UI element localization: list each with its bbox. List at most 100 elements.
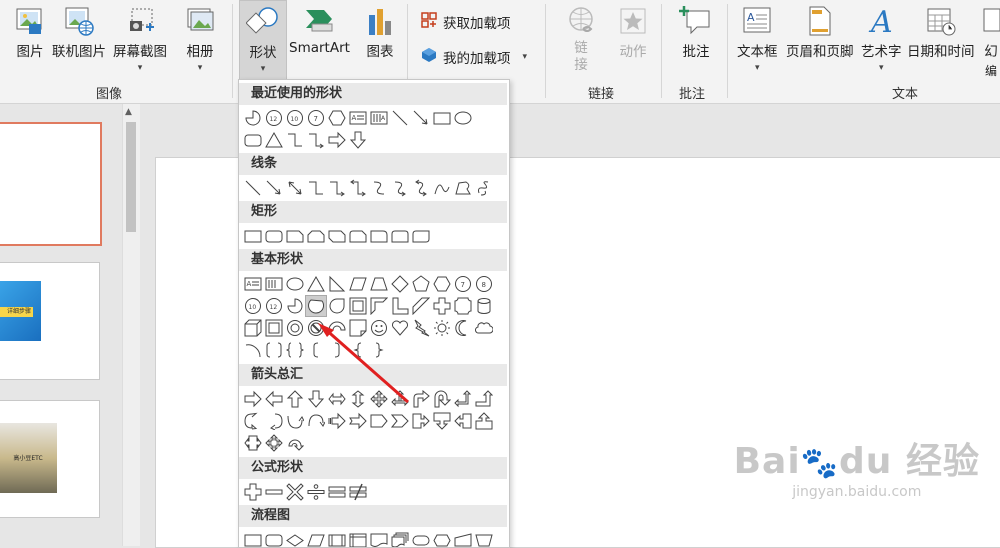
vertical-textbox-shape[interactable] <box>264 274 284 294</box>
hexagon-shape[interactable] <box>327 108 347 128</box>
dodecagon-12-shape[interactable]: 12 <box>264 108 284 128</box>
plaque-shape[interactable] <box>453 296 473 316</box>
my-addins-dropdown-icon[interactable]: ▾ <box>523 52 528 62</box>
up-down-arrow-shape[interactable] <box>348 389 368 409</box>
dodecagon-12-shape[interactable]: 12 <box>264 296 284 316</box>
sun-shape[interactable] <box>432 318 452 338</box>
snip-same-side-rectangle-shape[interactable] <box>306 226 326 246</box>
album-dropdown-icon[interactable]: ▾ <box>198 62 203 74</box>
slide-thumbnail-3[interactable]: 高小豆ETC <box>0 400 100 518</box>
down-arrow-shape[interactable] <box>306 389 326 409</box>
left-right-arrow-callout-shape[interactable] <box>243 433 263 453</box>
quad-arrow-shape[interactable] <box>369 389 389 409</box>
frame-shape[interactable] <box>348 296 368 316</box>
diagonal-stripe-shape[interactable] <box>411 296 431 316</box>
trapezoid-shape[interactable] <box>369 274 389 294</box>
smartart-button[interactable]: SmartArt <box>289 0 350 56</box>
round-diagonal-rectangle-shape[interactable] <box>411 226 431 246</box>
heptagon-7-shape[interactable]: 7 <box>306 108 326 128</box>
shapes-button[interactable]: 形状 ▾ <box>239 0 287 81</box>
triangle-shape[interactable] <box>306 274 326 294</box>
can-shape[interactable] <box>474 296 494 316</box>
diamond-shape[interactable] <box>390 274 410 294</box>
curved-up-arrow-shape[interactable] <box>285 411 305 431</box>
process-shape[interactable] <box>243 530 263 547</box>
plus-shape[interactable] <box>243 482 263 502</box>
right-arrow-shape[interactable] <box>243 389 263 409</box>
up-arrow-shape[interactable] <box>285 389 305 409</box>
freeform-shape[interactable] <box>453 178 473 198</box>
snip-diagonal-rectangle-shape[interactable] <box>327 226 347 246</box>
chord-shape-selected[interactable] <box>305 295 327 317</box>
line-shape[interactable] <box>390 108 410 128</box>
internal-storage-shape[interactable] <box>348 530 368 547</box>
link-button[interactable]: 链 接 <box>561 0 601 74</box>
pie-shape[interactable] <box>285 296 305 316</box>
online-picture-button[interactable]: 联机图片 <box>52 0 106 60</box>
double-bracket-shape[interactable] <box>264 340 284 360</box>
round-single-corner-rectangle-shape[interactable] <box>369 226 389 246</box>
bent-arrow-shape[interactable] <box>411 389 431 409</box>
left-brace-shape[interactable] <box>348 340 368 360</box>
scrollbar-thumb[interactable] <box>126 122 136 232</box>
preparation-shape[interactable] <box>432 530 452 547</box>
elbow-arrow-connector-shape[interactable] <box>327 178 347 198</box>
heptagon-7-shape[interactable]: 7 <box>453 274 473 294</box>
elbow-connector-shape[interactable] <box>285 130 305 150</box>
elbow-arrow-connector-shape[interactable] <box>306 130 326 150</box>
right-arrow-callout-shape[interactable] <box>411 411 431 431</box>
bevel-shape[interactable] <box>264 318 284 338</box>
folded-corner-shape[interactable] <box>348 318 368 338</box>
half-frame-shape[interactable] <box>369 296 389 316</box>
oval-shape[interactable] <box>453 108 473 128</box>
octagon-8-shape[interactable]: 8 <box>474 274 494 294</box>
action-button[interactable]: 动作 <box>613 0 653 60</box>
smiley-face-shape[interactable] <box>369 318 389 338</box>
chart-button[interactable]: 图表 <box>360 0 400 60</box>
no-symbol-shape[interactable] <box>306 318 326 338</box>
slide-thumbnail-2[interactable]: 详细步骤 <box>0 262 100 380</box>
textbox-dropdown-icon[interactable]: ▾ <box>755 62 760 74</box>
scroll-up-arrow-icon[interactable]: ▲ <box>125 107 132 117</box>
get-addins-button[interactable]: 获取加载项 <box>421 12 511 32</box>
block-arc-shape[interactable] <box>327 318 347 338</box>
curved-double-arrow-connector-shape[interactable] <box>411 178 431 198</box>
quad-arrow-callout-shape[interactable] <box>264 433 284 453</box>
my-addins-button[interactable]: 我的加载项 ▾ <box>421 47 527 67</box>
left-bracket-shape[interactable] <box>306 340 326 360</box>
teardrop-shape[interactable] <box>327 296 347 316</box>
right-brace-shape[interactable] <box>369 340 389 360</box>
curved-right-arrow-shape[interactable] <box>243 411 263 431</box>
datetime-button[interactable]: 日期和时间 <box>907 0 975 60</box>
left-right-up-arrow-shape[interactable] <box>390 389 410 409</box>
heart-shape[interactable] <box>390 318 410 338</box>
slide-number-button[interactable]: 幻 编 <box>982 0 1000 79</box>
striped-right-arrow-shape[interactable] <box>327 411 347 431</box>
decision-shape[interactable] <box>285 530 305 547</box>
arc-shape[interactable] <box>243 340 263 360</box>
left-right-arrow-shape[interactable] <box>327 389 347 409</box>
lightning-bolt-shape[interactable] <box>411 318 431 338</box>
down-arrow-callout-shape[interactable] <box>432 411 452 431</box>
curved-left-arrow-shape[interactable] <box>264 411 284 431</box>
notched-right-arrow-shape[interactable] <box>348 411 368 431</box>
elbow-double-arrow-connector-shape[interactable] <box>348 178 368 198</box>
document-shape[interactable] <box>369 530 389 547</box>
slide-thumbnail-1[interactable] <box>0 122 102 246</box>
curved-down-arrow-shape[interactable] <box>306 411 326 431</box>
bent-up-arrow-shape[interactable] <box>474 389 494 409</box>
predefined-process-shape[interactable] <box>327 530 347 547</box>
left-arrow-callout-shape[interactable] <box>453 411 473 431</box>
snip-corner-rectangle-shape[interactable] <box>285 226 305 246</box>
multiply-shape[interactable] <box>285 482 305 502</box>
vertical-textbox-shape[interactable]: A <box>369 108 389 128</box>
parallelogram-shape[interactable] <box>348 274 368 294</box>
minus-shape[interactable] <box>264 482 284 502</box>
moon-shape[interactable] <box>453 318 473 338</box>
shapes-dropdown-icon[interactable]: ▾ <box>261 63 266 75</box>
l-shape[interactable] <box>390 296 410 316</box>
decagon-10-shape[interactable]: 10 <box>285 108 305 128</box>
wordart-dropdown-icon[interactable]: ▾ <box>879 62 884 74</box>
scribble-shape[interactable] <box>474 178 494 198</box>
right-arrow-shape[interactable] <box>327 130 347 150</box>
